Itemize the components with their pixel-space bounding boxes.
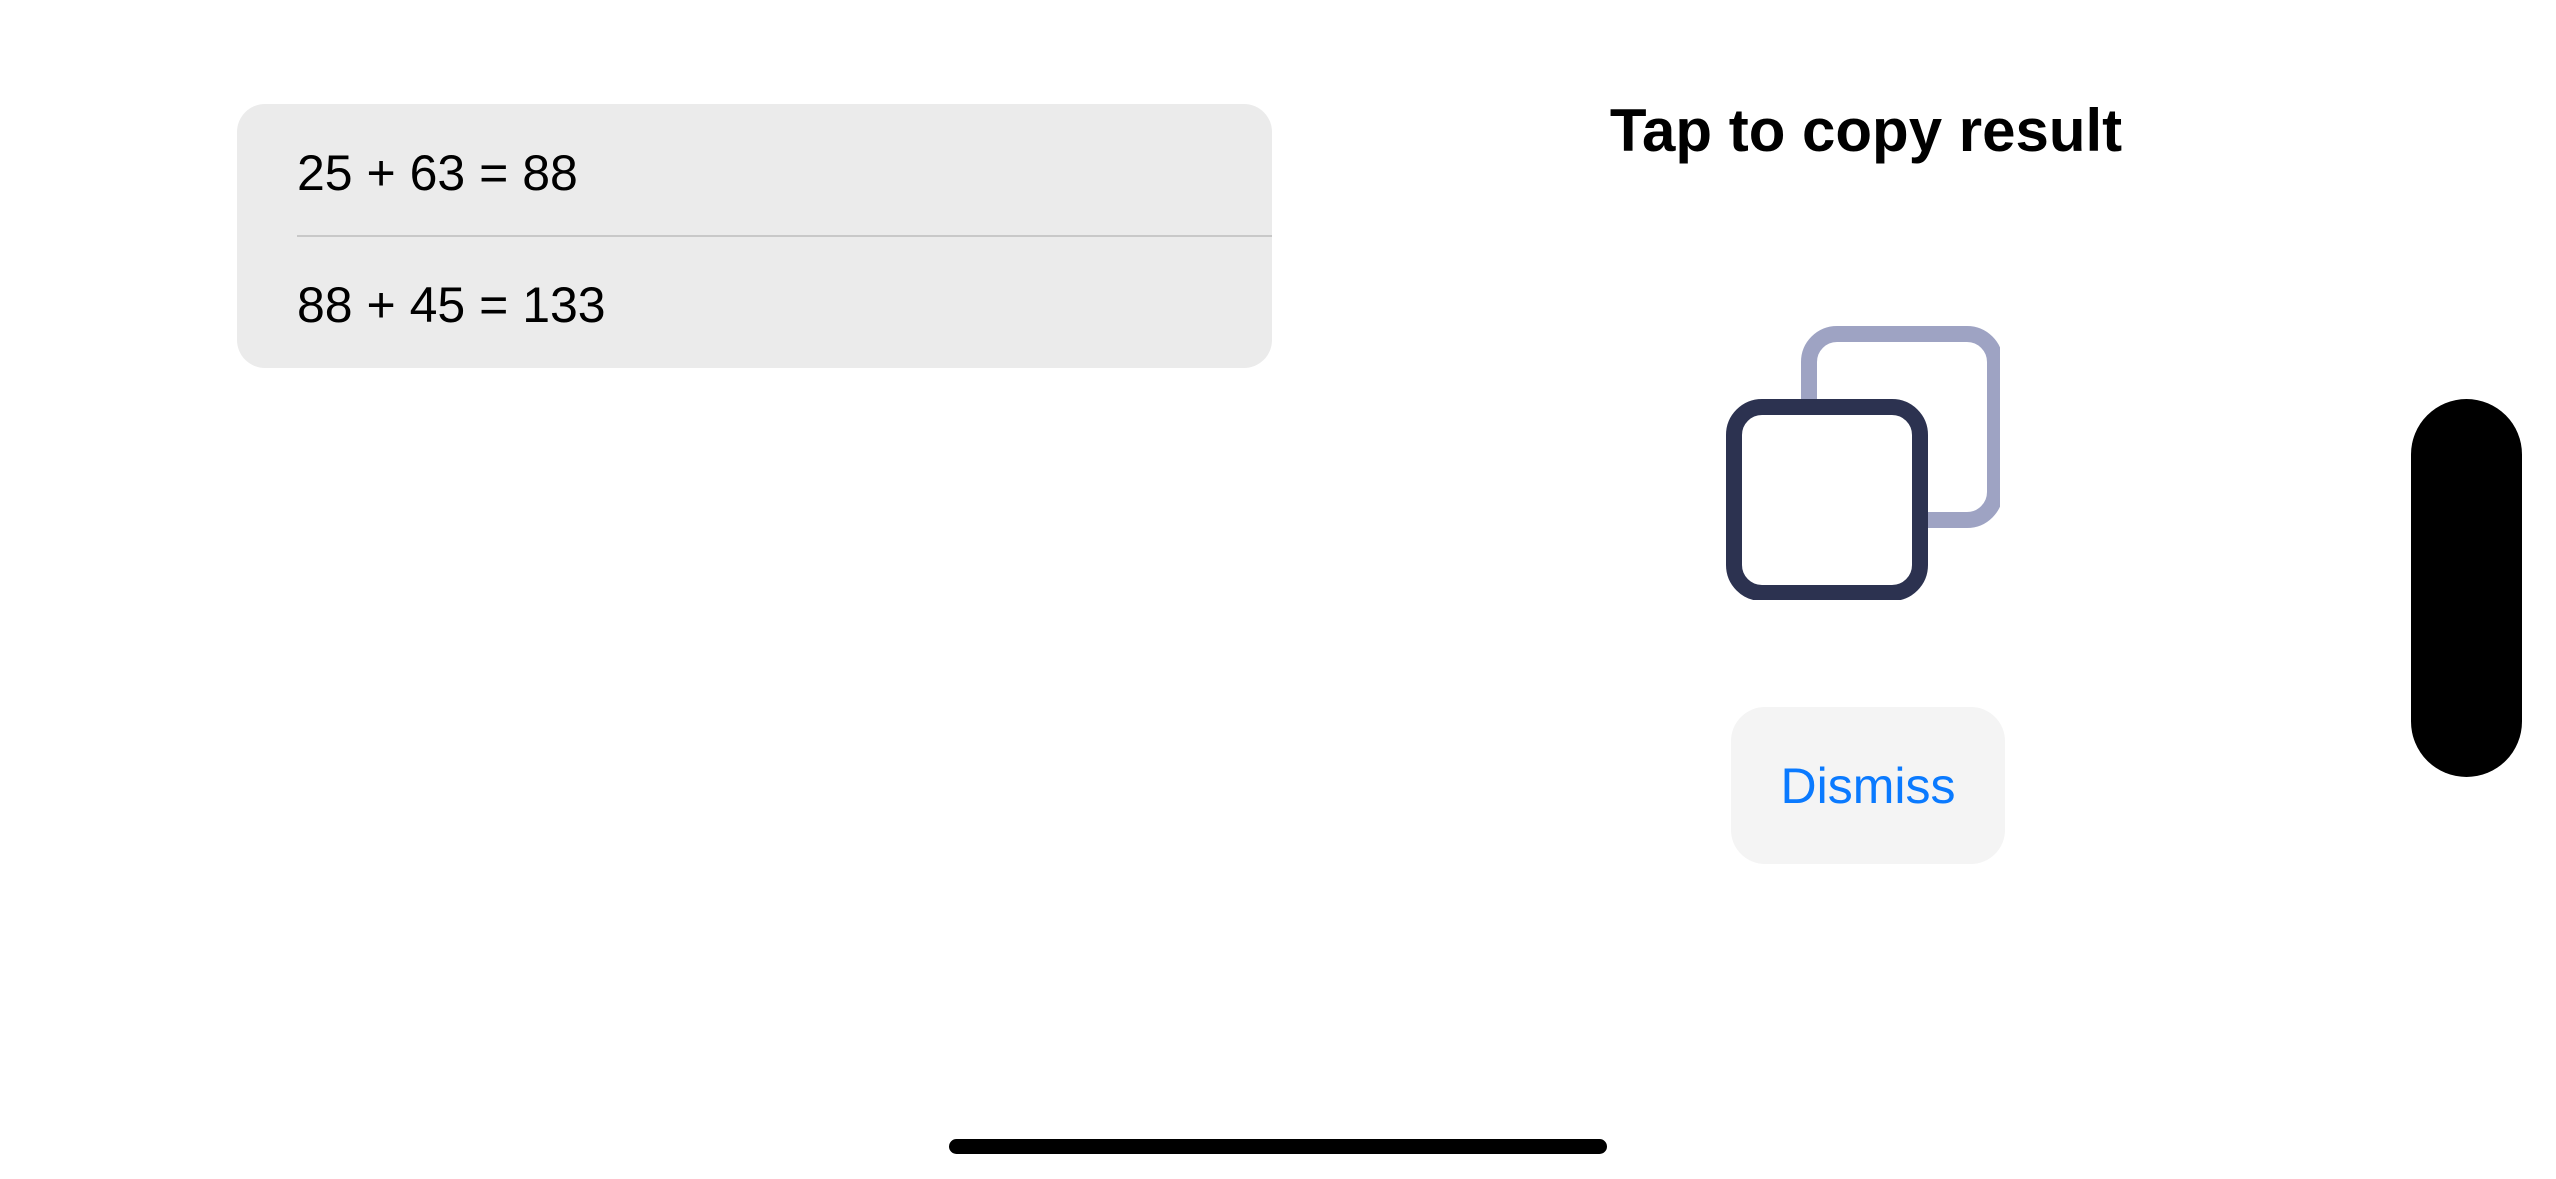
history-list: 25 + 63 = 88 88 + 45 = 133 — [237, 104, 1272, 368]
dismiss-button[interactable]: Dismiss — [1731, 707, 2005, 864]
history-item[interactable]: 88 + 45 = 133 — [297, 276, 606, 334]
copy-icon[interactable] — [1720, 320, 2000, 600]
scroll-handle[interactable] — [2411, 399, 2522, 777]
divider — [297, 235, 1272, 237]
copy-prompt-title: Tap to copy result — [1609, 97, 2123, 164]
home-indicator[interactable] — [949, 1139, 1607, 1154]
history-item[interactable]: 25 + 63 = 88 — [297, 144, 578, 202]
